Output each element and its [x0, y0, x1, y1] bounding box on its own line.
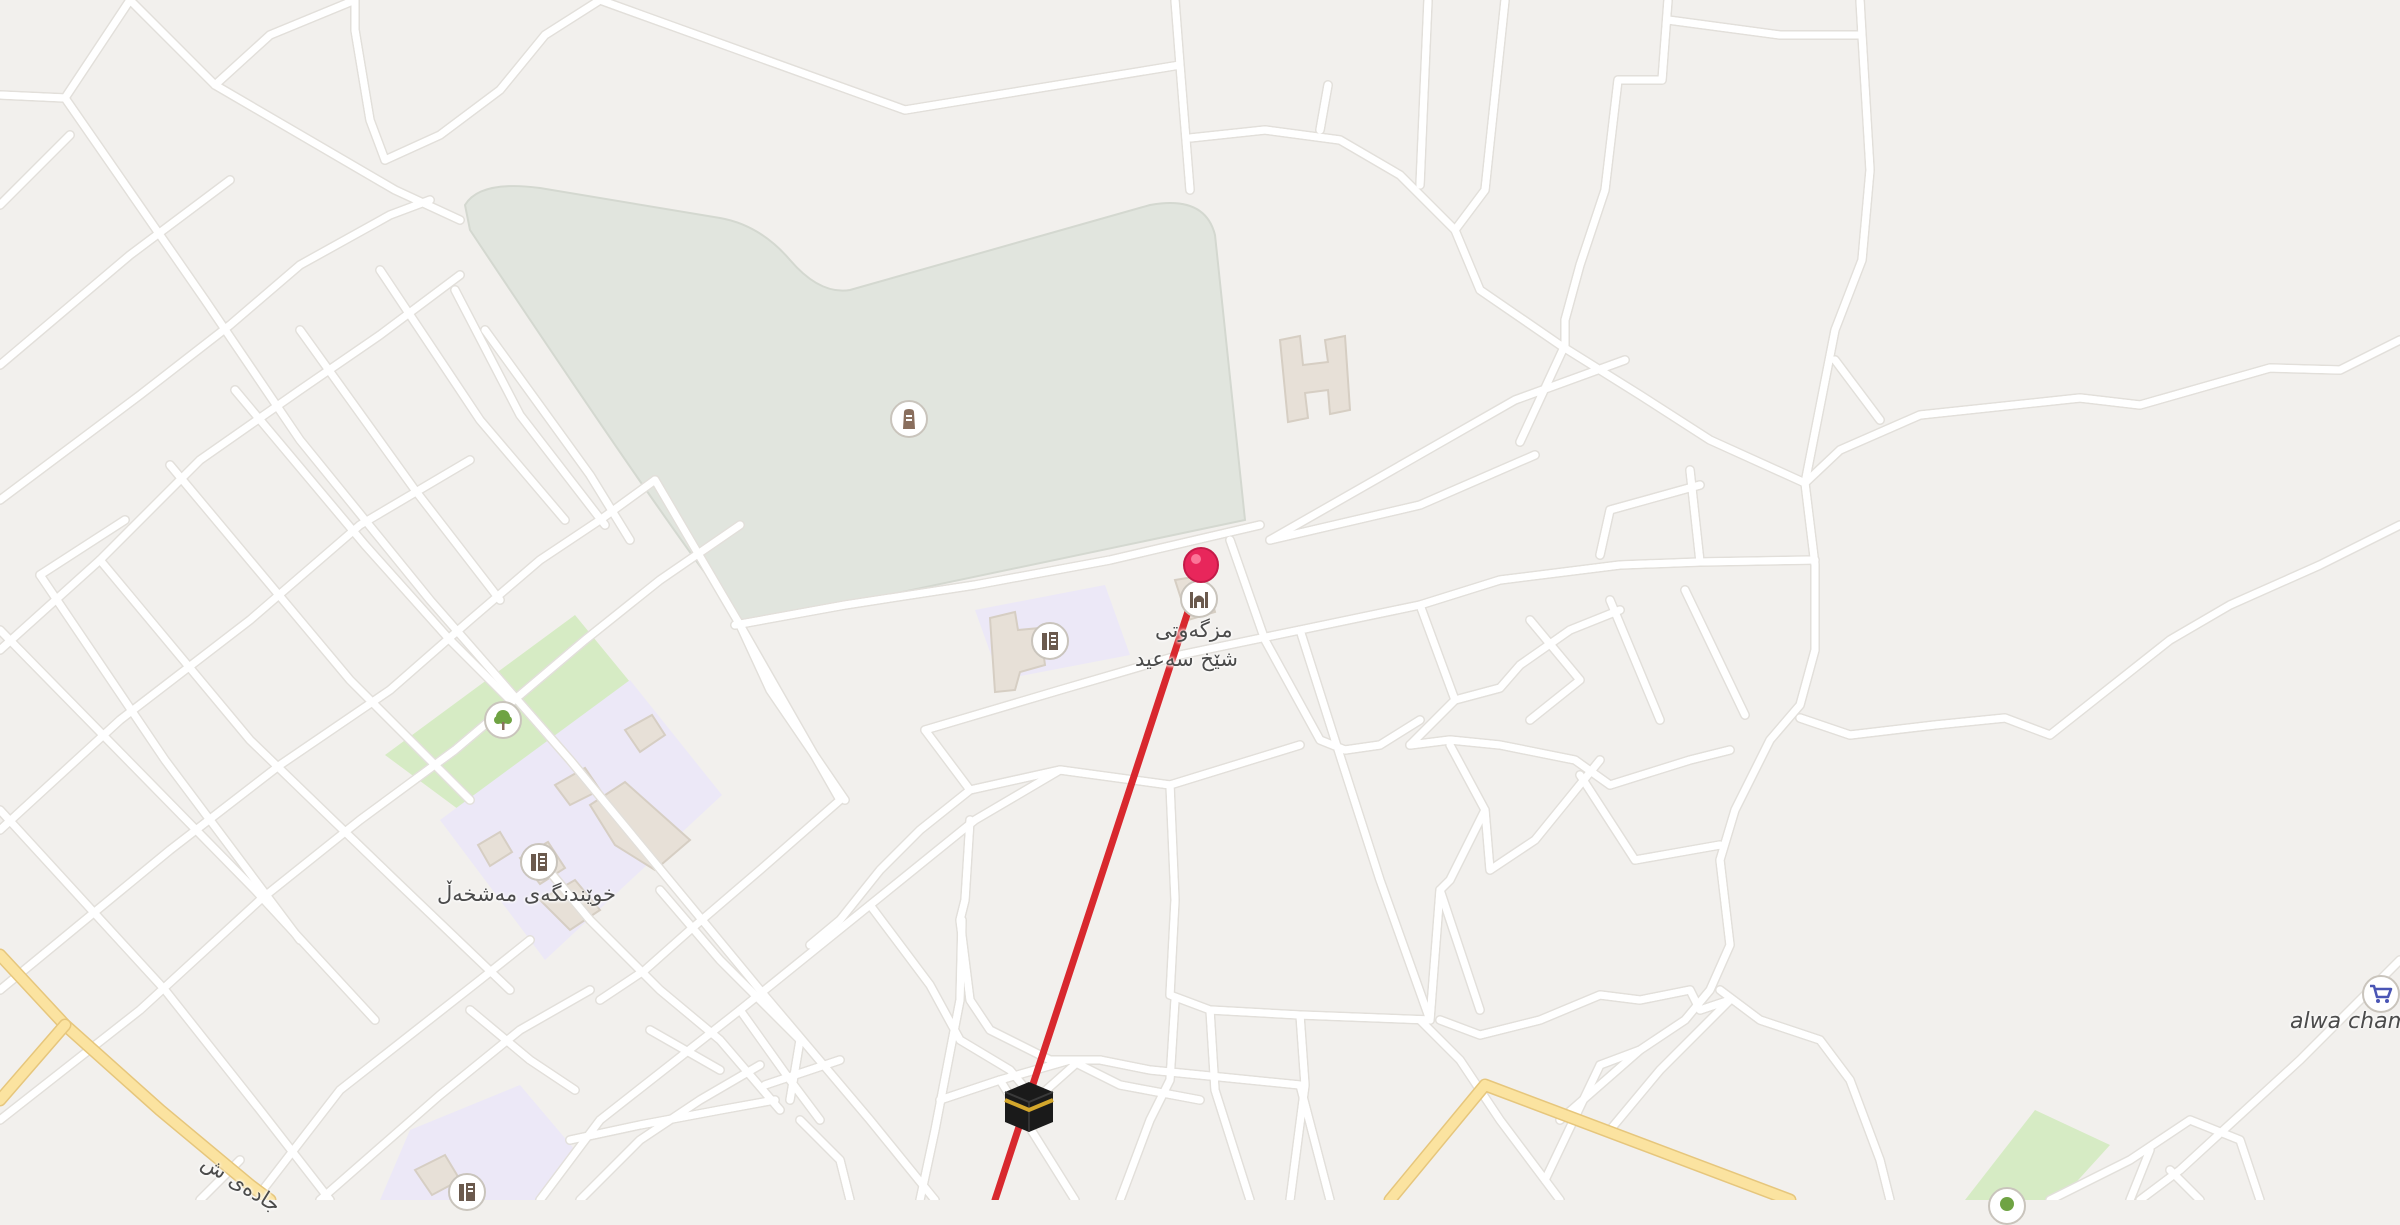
kaaba-icon[interactable] [1001, 1078, 1057, 1134]
mosque-label-line2: شێخ سەعید [1135, 647, 1238, 671]
shop-label: alwa cham [2290, 1009, 2400, 1034]
mosque-label-line1: مزگەوتی [1155, 618, 1233, 642]
school-icon[interactable] [448, 1173, 486, 1211]
mosque-icon[interactable] [1180, 580, 1218, 618]
shopping-cart-icon[interactable] [2362, 975, 2400, 1013]
pin-marker-icon[interactable] [1182, 546, 1220, 584]
cemetery-icon[interactable] [890, 400, 928, 438]
school-label: خوێندنگەی مەشخەڵ [437, 882, 617, 906]
school-icon[interactable] [520, 843, 558, 881]
park-icon[interactable] [1988, 1187, 2026, 1225]
tree-icon[interactable] [484, 701, 522, 739]
school-icon[interactable] [1031, 622, 1069, 660]
